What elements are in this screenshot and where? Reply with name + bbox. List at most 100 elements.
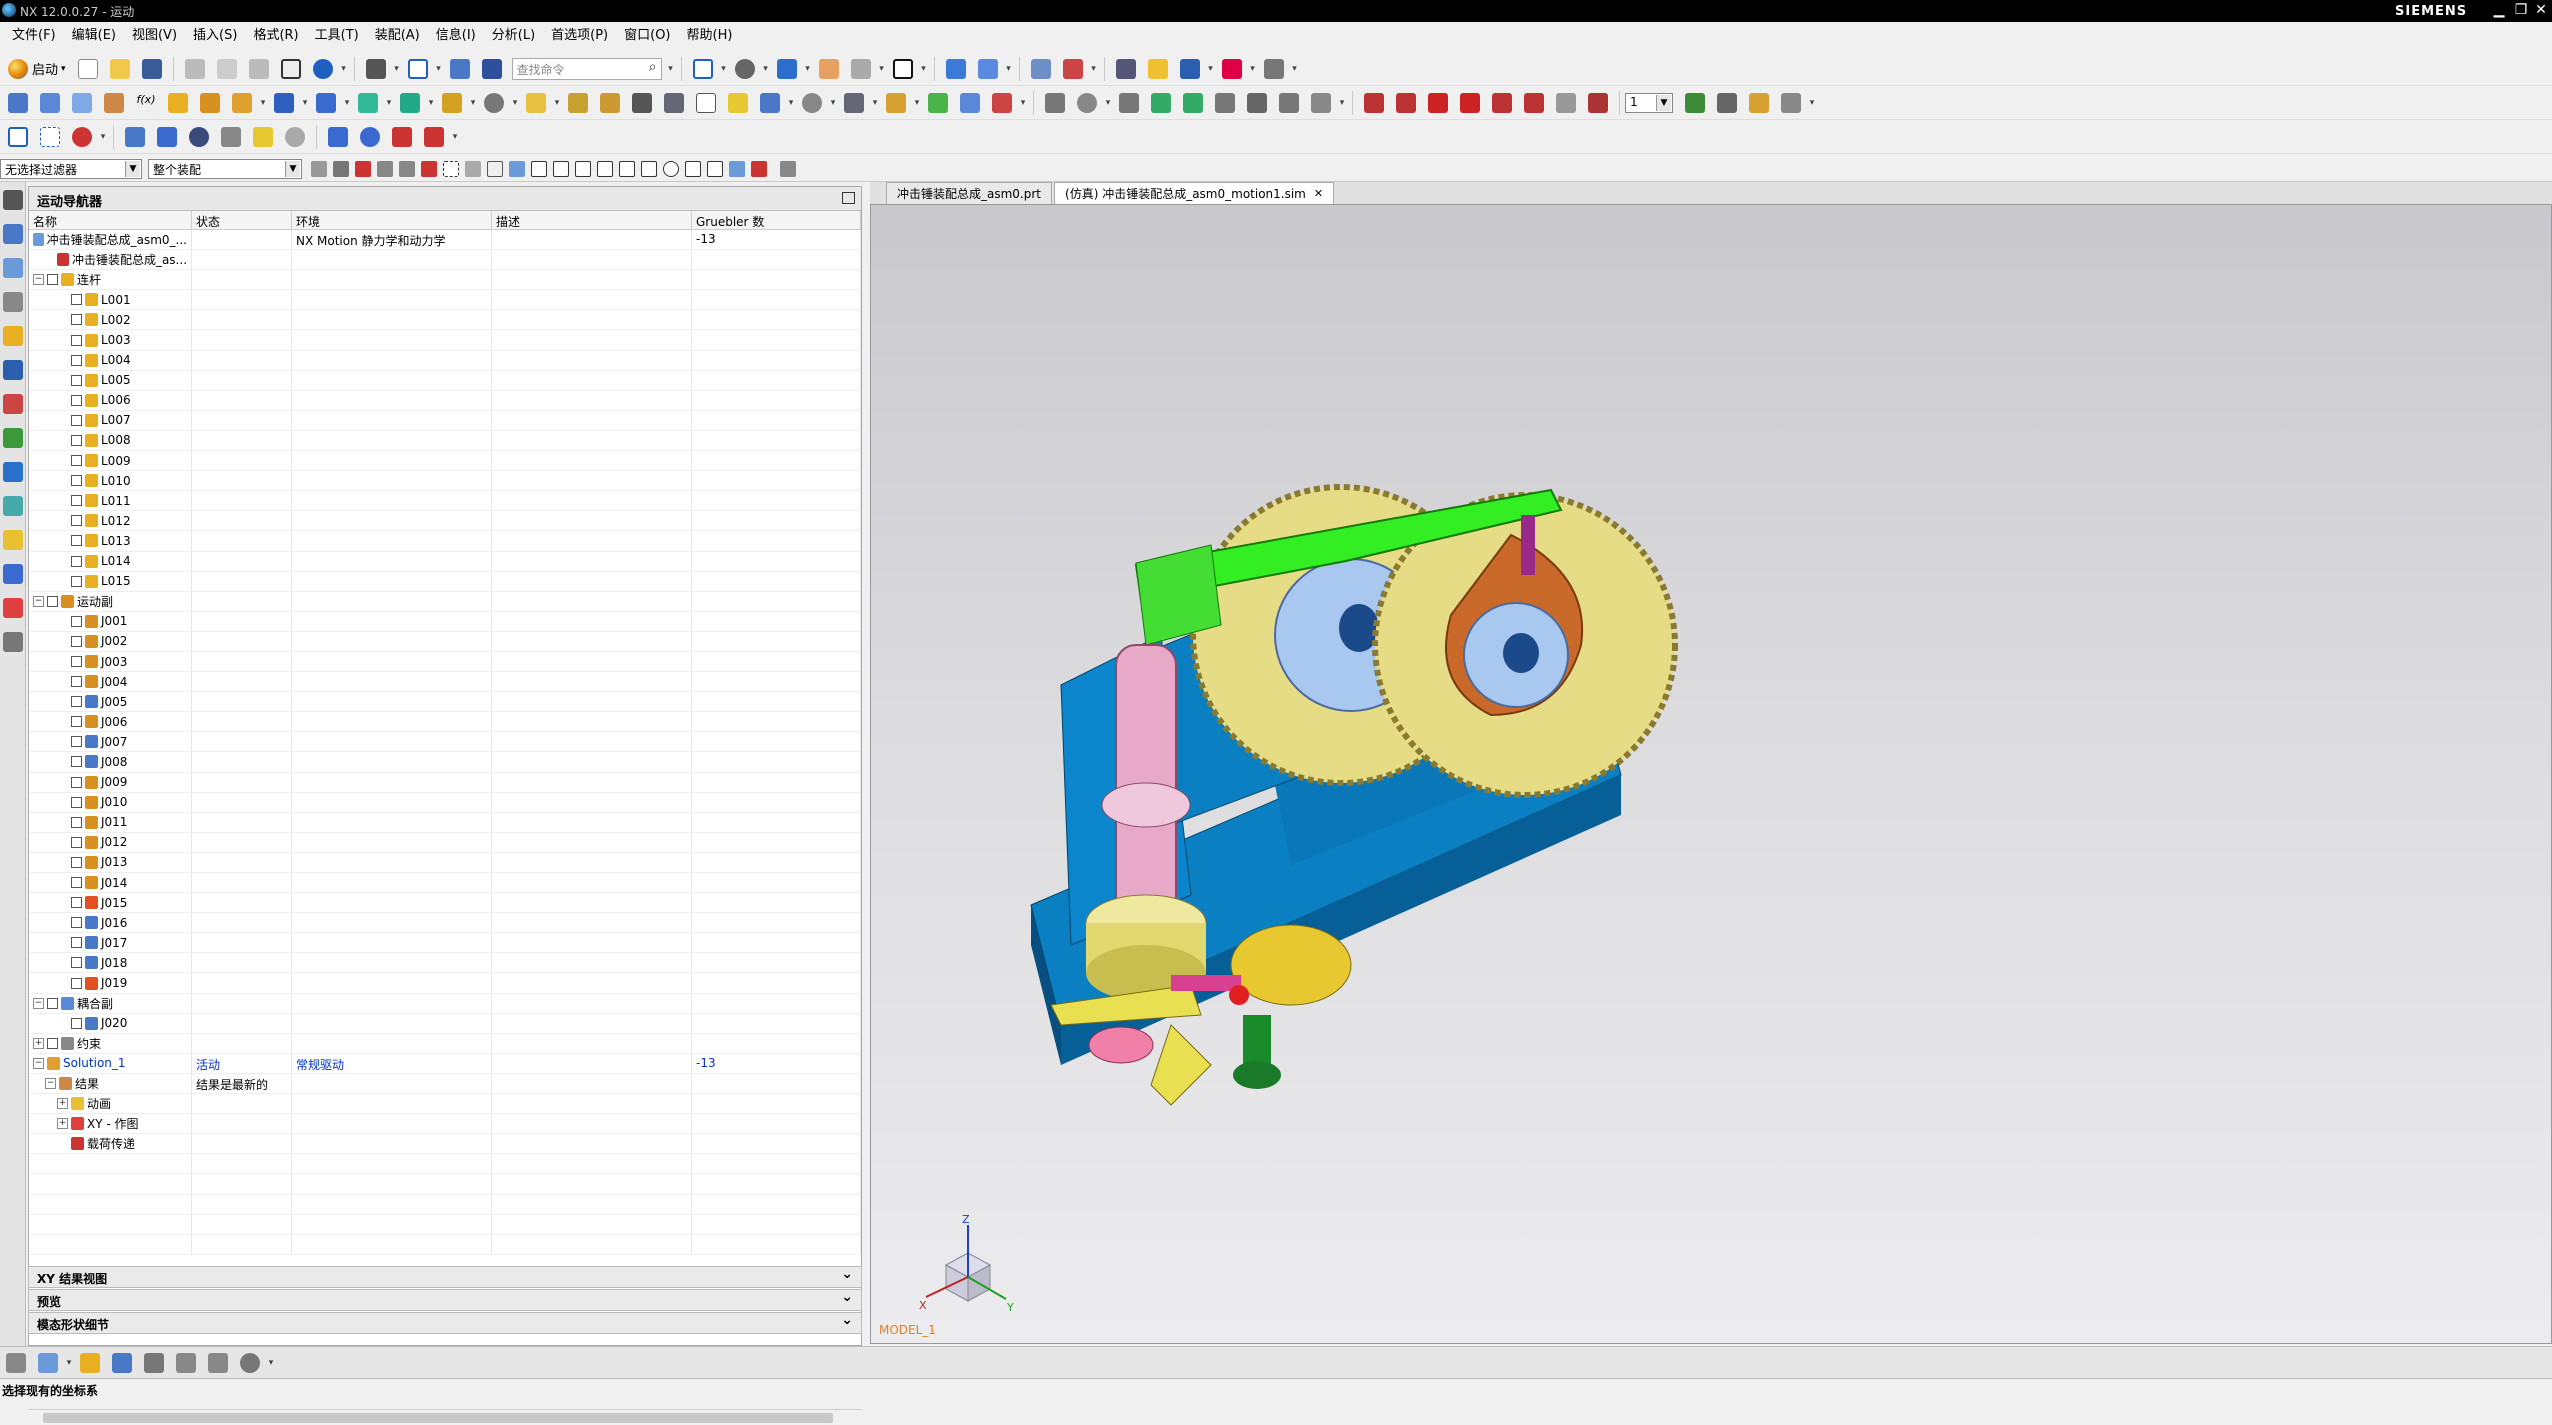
system-scene-icon[interactable]	[3, 632, 23, 652]
snap-circle-icon[interactable]	[663, 160, 679, 177]
tree-row[interactable]: L003	[29, 330, 861, 351]
grid-button[interactable]	[36, 123, 64, 151]
step-back-button[interactable]	[1147, 89, 1175, 117]
tree-row[interactable]: J009	[29, 772, 861, 793]
tree-row[interactable]: L014	[29, 551, 861, 572]
col-description[interactable]: 描述	[492, 211, 692, 229]
visibility-checkbox[interactable]	[71, 515, 82, 527]
solve-button[interactable]	[756, 89, 784, 117]
expand-toggle[interactable]: +	[57, 1118, 68, 1130]
tab-sim-file[interactable]: (仿真) 冲击锤装配总成_asm0_motion1.sim ✕	[1054, 182, 1335, 204]
history-icon[interactable]	[3, 462, 23, 482]
graphics-window[interactable]: Z X Y MODEL_1	[870, 204, 2552, 1344]
visibility-checkbox[interactable]	[71, 716, 82, 728]
expand-toggle[interactable]: −	[33, 595, 44, 607]
orient-view-button[interactable]	[731, 55, 759, 83]
menu-assembly[interactable]: 装配(A)	[367, 24, 428, 43]
datum-button[interactable]	[217, 123, 245, 151]
tree-row[interactable]: J004	[29, 672, 861, 693]
fit-view-button[interactable]	[689, 55, 717, 83]
clip-dropdown[interactable]: ▾	[877, 55, 887, 83]
visibility-checkbox[interactable]	[47, 274, 58, 286]
undo-button[interactable]	[309, 55, 337, 83]
copy-button[interactable]	[213, 55, 241, 83]
visibility-checkbox[interactable]	[71, 796, 82, 808]
render-style-button[interactable]	[773, 55, 801, 83]
select-point-icon[interactable]	[421, 160, 437, 177]
visibility-checkbox[interactable]	[71, 736, 82, 748]
scrollbar-thumb[interactable]	[43, 1413, 833, 1423]
xy-result-view-section[interactable]: XY 结果视图	[28, 1266, 862, 1288]
animation-settings-button[interactable]	[1745, 89, 1773, 117]
menu-format[interactable]: 格式(R)	[245, 24, 306, 43]
cut-button[interactable]	[181, 55, 209, 83]
env-button[interactable]	[4, 89, 32, 117]
drive-button[interactable]	[660, 89, 688, 117]
curve-button[interactable]	[121, 123, 149, 151]
tree-row[interactable]: J018	[29, 953, 861, 974]
marker-button[interactable]	[438, 89, 466, 117]
tree-row[interactable]: − 运动副	[29, 591, 861, 612]
rewind-start-button[interactable]	[1360, 89, 1388, 117]
tree-row[interactable]: J016	[29, 913, 861, 934]
search-dropdown[interactable]: ▾	[666, 55, 676, 83]
sketch-button[interactable]	[185, 123, 213, 151]
expand-toggle[interactable]: −	[33, 274, 44, 286]
visibility-checkbox[interactable]	[71, 776, 82, 788]
tree-row[interactable]: J007	[29, 732, 861, 753]
selection-dropdown[interactable]: ▾	[392, 55, 402, 83]
solution-button[interactable]	[724, 89, 752, 117]
motion-navigator-icon[interactable]	[3, 326, 23, 346]
bottom-tool-1[interactable]	[2, 1349, 30, 1377]
table-button[interactable]	[692, 89, 720, 117]
visibility-checkbox[interactable]	[47, 1037, 58, 1049]
tree-row[interactable]: J019	[29, 973, 861, 994]
visibility-checkbox[interactable]	[71, 334, 82, 346]
save-button[interactable]	[138, 55, 166, 83]
paste-button[interactable]	[245, 55, 273, 83]
visibility-checkbox[interactable]	[71, 957, 82, 969]
tree-row[interactable]: J002	[29, 631, 861, 652]
capture-button[interactable]	[1041, 89, 1069, 117]
snap-mid-icon[interactable]	[553, 160, 569, 177]
process-studio-icon[interactable]	[3, 530, 23, 550]
touch-mode-button[interactable]	[446, 55, 474, 83]
ruler-button[interactable]	[1218, 55, 1246, 83]
reuse-library-icon[interactable]	[3, 360, 23, 380]
filter-icon[interactable]	[311, 160, 327, 177]
visibility-checkbox[interactable]	[71, 977, 82, 989]
menu-help[interactable]: 帮助(H)	[679, 24, 741, 43]
menu-analysis[interactable]: 分析(L)	[484, 24, 543, 43]
snap-control-icon[interactable]	[575, 160, 591, 177]
menu-preferences[interactable]: 首选项(P)	[543, 24, 616, 43]
bottom-tool-8[interactable]	[236, 1349, 264, 1377]
tab-prt-file[interactable]: 冲击锤装配总成_asm0.prt	[886, 182, 1053, 204]
undo-list-button[interactable]	[68, 123, 96, 151]
motion-zoom-dropdown[interactable]: ▾	[1103, 89, 1113, 117]
polyline-button[interactable]	[388, 123, 416, 151]
step-next-button[interactable]	[1488, 89, 1516, 117]
tree-row[interactable]: J003	[29, 651, 861, 673]
restore-button[interactable]: ❐	[2510, 1, 2532, 19]
line-button[interactable]	[324, 123, 352, 151]
orient-dropdown[interactable]: ▾	[761, 55, 771, 83]
select-lasso-icon[interactable]	[465, 160, 481, 177]
analyze-button[interactable]	[1144, 55, 1172, 83]
tree-row[interactable]: − Solution_1 活动 常规驱动 -13	[29, 1053, 861, 1074]
command-search-input[interactable]: 查找命令	[511, 57, 662, 80]
stop-button[interactable]	[1584, 89, 1612, 117]
load-transfer-button[interactable]	[882, 89, 910, 117]
playback-mode-button[interactable]	[1713, 89, 1741, 117]
system-materials-icon[interactable]	[3, 496, 23, 516]
tree-row[interactable]: L005	[29, 370, 861, 391]
tree-row[interactable]: L013	[29, 531, 861, 552]
new-file-button[interactable]	[74, 55, 102, 83]
marker-dropdown[interactable]: ▾	[468, 89, 478, 117]
settings-gear-icon[interactable]	[3, 190, 23, 210]
motion-view-dropdown[interactable]: ▾	[1206, 55, 1216, 83]
motion-view-button[interactable]	[1176, 55, 1204, 83]
start-button[interactable]: 启动 ▾	[2, 58, 72, 79]
tree-row[interactable]: L009	[29, 451, 861, 472]
visibility-checkbox[interactable]	[47, 997, 58, 1009]
tree-row[interactable]: L006	[29, 390, 861, 411]
